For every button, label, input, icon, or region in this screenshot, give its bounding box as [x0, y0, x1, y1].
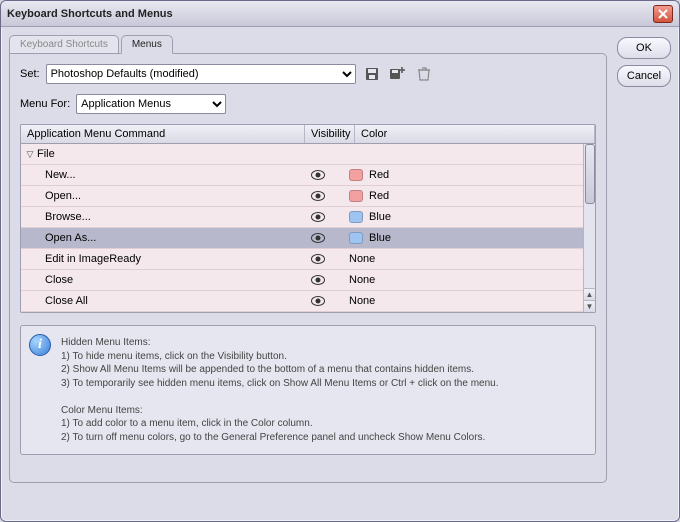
color-swatch: [349, 211, 363, 223]
tab-strip: Keyboard Shortcuts Menus: [9, 35, 607, 54]
row-color-cell[interactable]: Red: [343, 169, 583, 181]
color-swatch: [349, 232, 363, 244]
cancel-button[interactable]: Cancel: [617, 65, 671, 87]
table-row[interactable]: Open As... Blue: [21, 228, 583, 249]
row-color-cell[interactable]: None: [343, 295, 583, 307]
info-color-title: Color Menu Items:: [61, 404, 583, 418]
col-color[interactable]: Color: [355, 125, 595, 143]
menu-for-label: Menu For:: [20, 98, 70, 110]
row-command-label: Browse...: [21, 211, 293, 223]
table-row[interactable]: Open... Red: [21, 186, 583, 207]
menu-table: Application Menu Command Visibility Colo…: [20, 124, 596, 313]
row-color-name: Blue: [369, 211, 391, 223]
set-select[interactable]: Photoshop Defaults (modified): [46, 64, 356, 84]
row-color-cell[interactable]: None: [343, 274, 583, 286]
color-swatch: [349, 169, 363, 181]
table-row[interactable]: Close None: [21, 270, 583, 291]
row-color-name: None: [349, 253, 375, 265]
row-color-cell[interactable]: Blue: [343, 211, 583, 223]
eye-icon: [311, 170, 325, 180]
table-row[interactable]: Edit in ImageReady None: [21, 249, 583, 270]
table-row[interactable]: Close All None: [21, 291, 583, 312]
row-command-label: New...: [21, 169, 293, 181]
tab-menus[interactable]: Menus: [121, 35, 173, 54]
tab-keyboard-shortcuts[interactable]: Keyboard Shortcuts: [9, 35, 119, 54]
close-icon: [658, 9, 668, 19]
group-row-file[interactable]: ▽ File: [21, 144, 583, 165]
main-panel-wrap: Keyboard Shortcuts Menus Set: Photoshop …: [9, 35, 607, 513]
disclosure-triangle-icon[interactable]: ▽: [25, 149, 35, 160]
scroll-track[interactable]: [584, 144, 595, 288]
vertical-scrollbar[interactable]: ▲ ▼: [583, 144, 595, 312]
info-icon: i: [29, 334, 51, 356]
row-visibility-toggle[interactable]: [293, 254, 343, 264]
row-command-label: Open As...: [21, 232, 293, 244]
eye-icon: [311, 296, 325, 306]
col-visibility[interactable]: Visibility: [305, 125, 355, 143]
eye-icon: [311, 233, 325, 243]
row-command-label: Open...: [21, 190, 293, 202]
set-label: Set:: [20, 68, 40, 80]
menus-panel: Set: Photoshop Defaults (modified): [9, 53, 607, 483]
color-swatch: [349, 190, 363, 202]
eye-icon: [311, 212, 325, 222]
dialog-buttons: OK Cancel: [617, 35, 671, 513]
table-body: New...RedOpen...RedBrowse...BlueOpen As.…: [21, 165, 583, 312]
info-hidden-line: 2) Show All Menu Items will be appended …: [61, 363, 583, 377]
eye-icon: [311, 254, 325, 264]
info-hidden-title: Hidden Menu Items:: [61, 336, 583, 350]
group-label: File: [37, 148, 55, 160]
new-set-button[interactable]: [388, 64, 408, 84]
col-command[interactable]: Application Menu Command: [21, 125, 305, 143]
save-icon: [365, 67, 379, 81]
window-title: Keyboard Shortcuts and Menus: [7, 8, 653, 20]
table-header: Application Menu Command Visibility Colo…: [21, 125, 595, 144]
row-color-name: None: [349, 274, 375, 286]
info-hidden-line: 1) To hide menu items, click on the Visi…: [61, 350, 583, 364]
trash-icon: [418, 67, 430, 81]
row-visibility-toggle[interactable]: [293, 296, 343, 306]
table-row[interactable]: New... Red: [21, 165, 583, 186]
row-color-name: None: [349, 295, 375, 307]
new-set-icon: [390, 67, 406, 81]
dialog-window: Keyboard Shortcuts and Menus Keyboard Sh…: [0, 0, 680, 522]
menu-for-row: Menu For: Application Menus: [20, 94, 596, 114]
set-row: Set: Photoshop Defaults (modified): [20, 64, 596, 84]
info-color-line: 2) To turn off menu colors, go to the Ge…: [61, 431, 583, 445]
close-button[interactable]: [653, 5, 673, 23]
scroll-up-icon[interactable]: ▲: [584, 288, 595, 300]
row-command-label: Close: [21, 274, 293, 286]
info-box: i Hidden Menu Items: 1) To hide menu ite…: [20, 325, 596, 455]
save-set-button[interactable]: [362, 64, 382, 84]
menu-for-select[interactable]: Application Menus: [76, 94, 226, 114]
titlebar: Keyboard Shortcuts and Menus: [1, 1, 679, 27]
row-visibility-toggle[interactable]: [293, 233, 343, 243]
ok-button[interactable]: OK: [617, 37, 671, 59]
row-color-name: Blue: [369, 232, 391, 244]
dialog-content: Keyboard Shortcuts Menus Set: Photoshop …: [1, 27, 679, 521]
row-color-cell[interactable]: Red: [343, 190, 583, 202]
delete-set-button[interactable]: [414, 64, 434, 84]
table-row[interactable]: Browse... Blue: [21, 207, 583, 228]
row-visibility-toggle[interactable]: [293, 275, 343, 285]
row-color-cell[interactable]: Blue: [343, 232, 583, 244]
row-color-cell[interactable]: None: [343, 253, 583, 265]
row-visibility-toggle[interactable]: [293, 191, 343, 201]
row-command-label: Edit in ImageReady: [21, 253, 293, 265]
info-color-line: 1) To add color to a menu item, click in…: [61, 417, 583, 431]
eye-icon: [311, 275, 325, 285]
row-color-name: Red: [369, 169, 389, 181]
row-command-label: Close All: [21, 295, 293, 307]
row-visibility-toggle[interactable]: [293, 212, 343, 222]
info-hidden-line: 3) To temporarily see hidden menu items,…: [61, 377, 583, 391]
scroll-down-icon[interactable]: ▼: [584, 300, 595, 312]
scroll-thumb[interactable]: [585, 144, 595, 204]
eye-icon: [311, 191, 325, 201]
row-visibility-toggle[interactable]: [293, 170, 343, 180]
row-color-name: Red: [369, 190, 389, 202]
